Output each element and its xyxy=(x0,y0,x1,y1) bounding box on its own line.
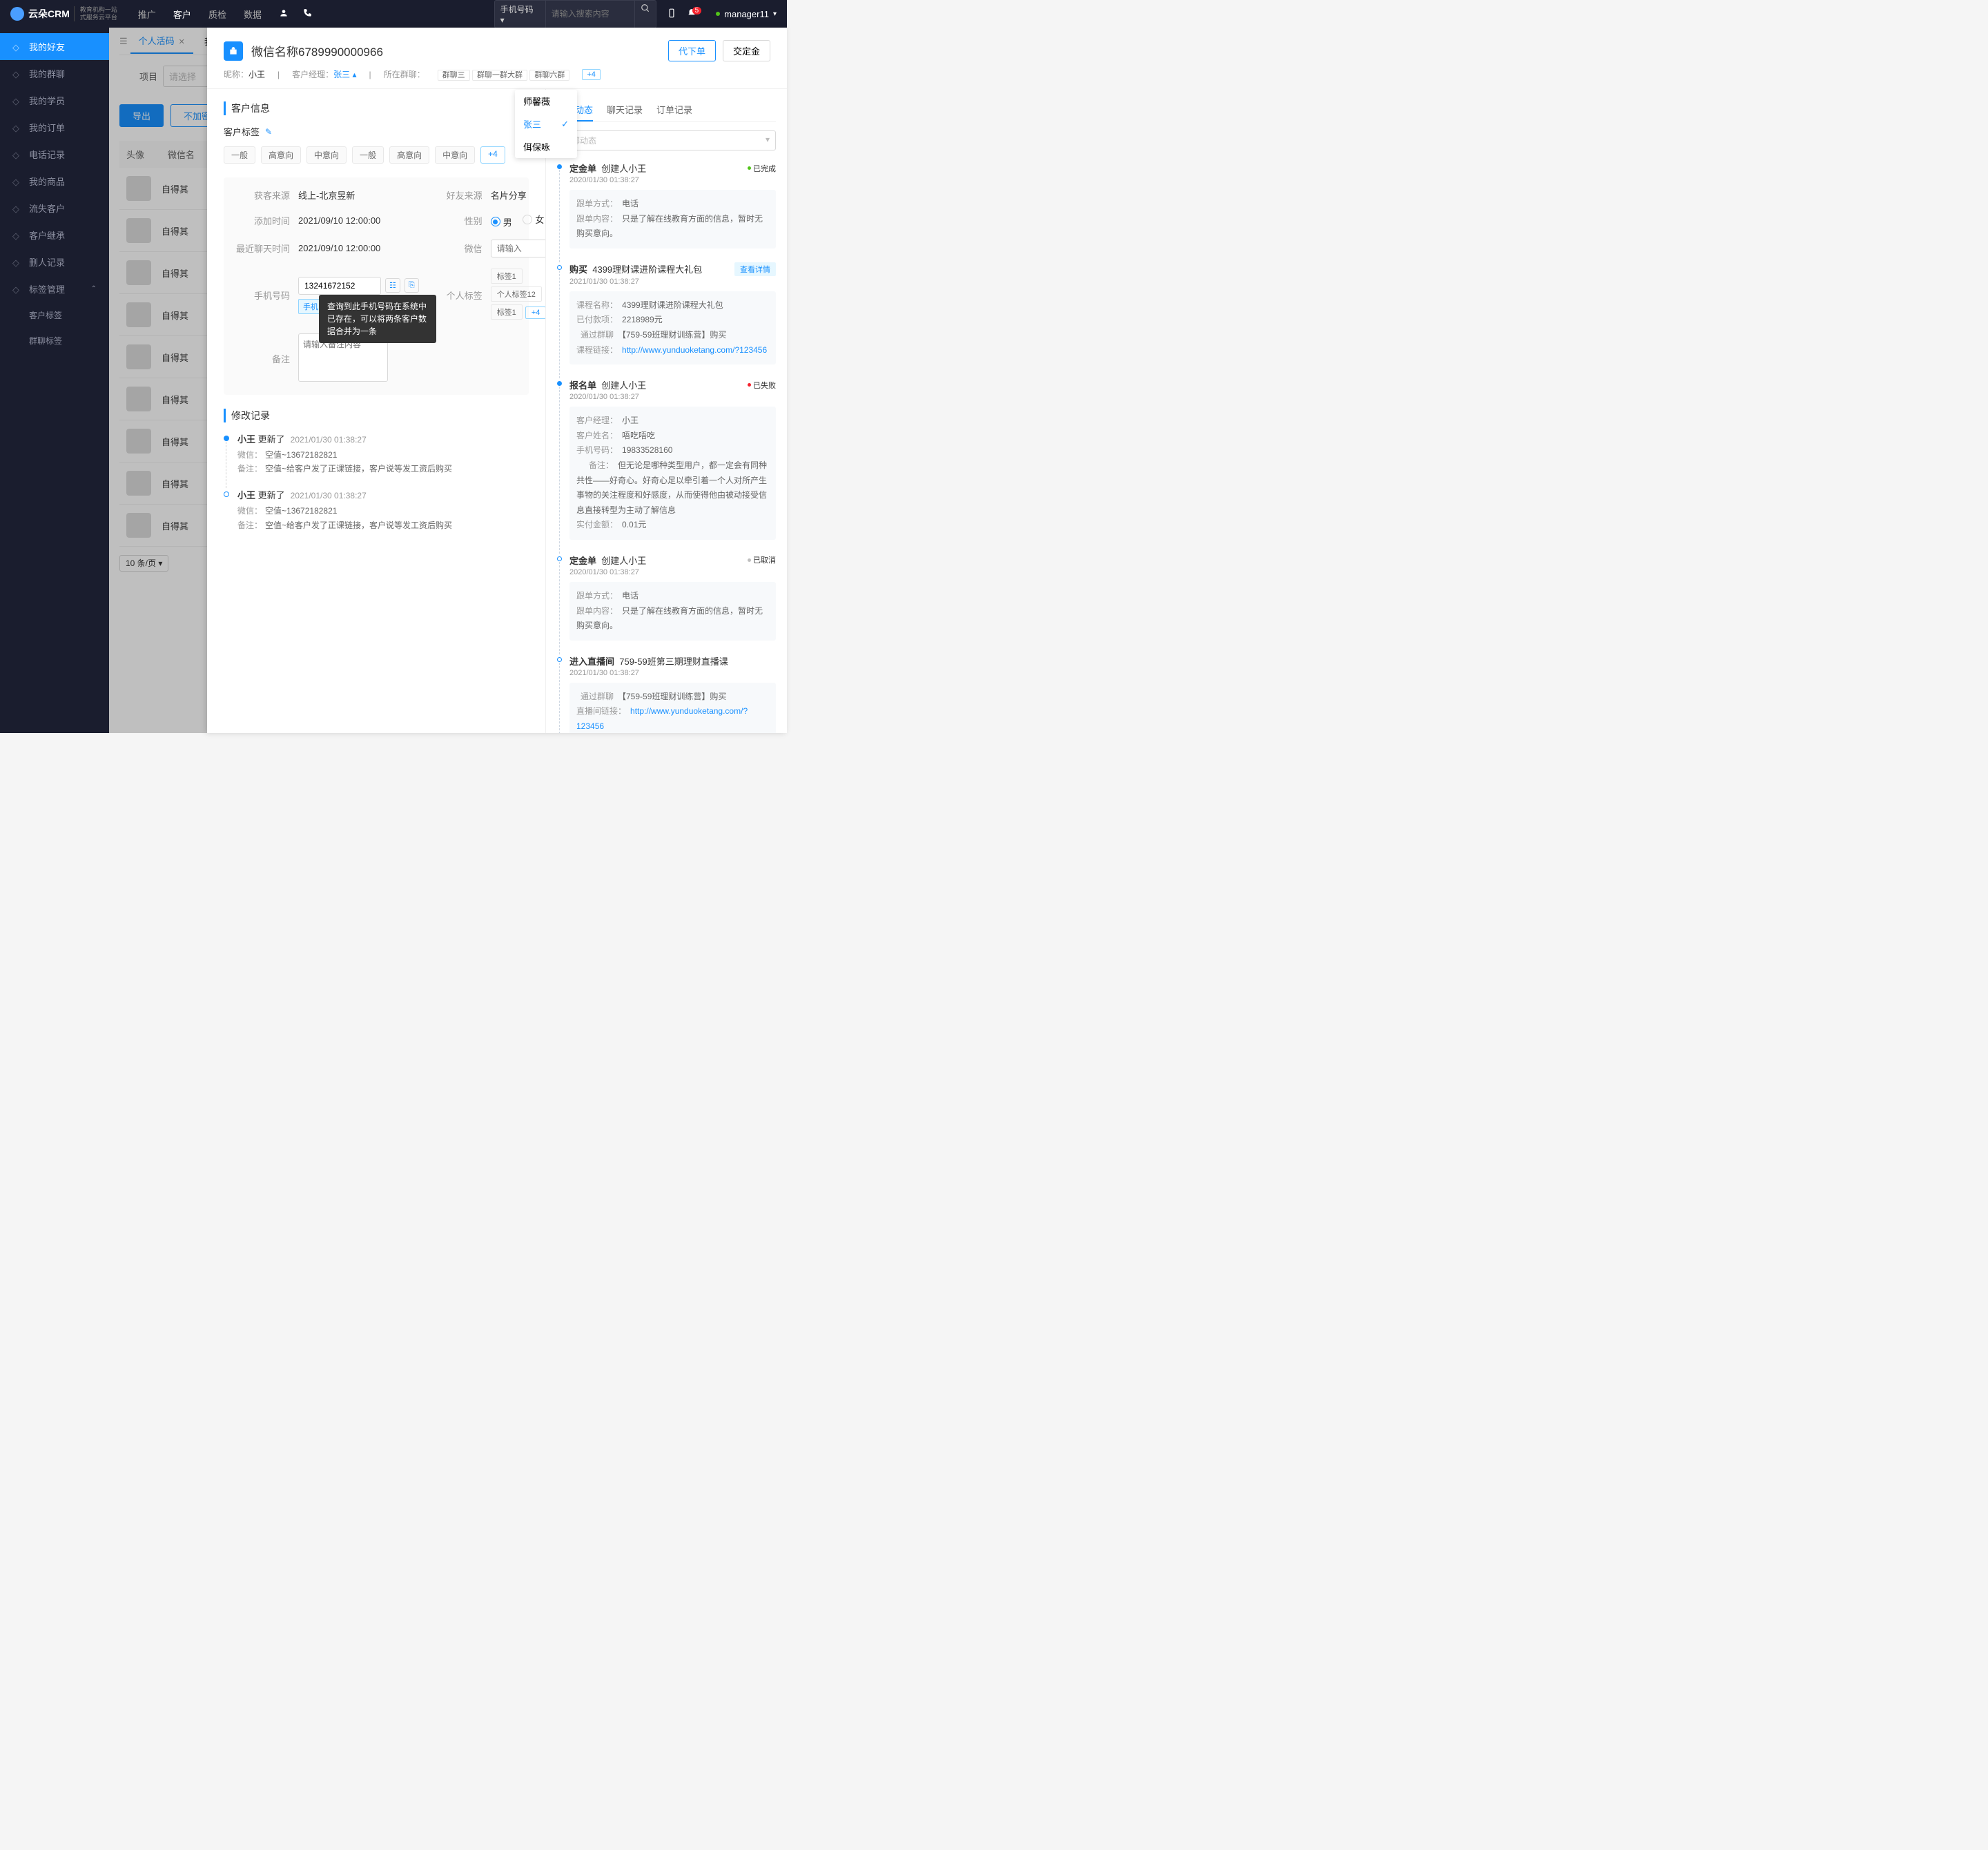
dropdown-item[interactable]: 佴保咏 xyxy=(515,135,577,158)
section-modify-log: 修改记录 xyxy=(224,409,529,422)
customer-tag: 一般 xyxy=(352,146,384,164)
nav-数据[interactable]: 数据 xyxy=(244,8,262,21)
search-input[interactable] xyxy=(545,0,635,28)
personal-tag: 标签1 xyxy=(491,269,523,284)
search-type-select[interactable]: 手机号码 ▾ xyxy=(494,0,546,28)
group-chip: 群聊一群大群 xyxy=(472,70,527,81)
phone-icon[interactable] xyxy=(302,8,312,20)
group-chip: 群聊三 xyxy=(438,70,470,81)
nav-质检[interactable]: 质检 xyxy=(208,8,226,21)
sidebar-item[interactable]: ◇我的好友 xyxy=(0,33,109,60)
wechat-input[interactable] xyxy=(491,240,545,257)
logo: 云朵CRM 教育机构一站式服务云平台 xyxy=(10,6,117,21)
user-menu[interactable]: manager11 ▾ xyxy=(716,9,777,19)
manager-dropdown-trigger[interactable]: 张三 ▴ xyxy=(333,70,356,79)
logo-subtitle: 教育机构一站式服务云平台 xyxy=(74,6,117,21)
nav-客户[interactable]: 客户 xyxy=(173,8,191,21)
more-tags[interactable]: +4 xyxy=(480,146,505,164)
dropdown-item[interactable]: 张三✓ xyxy=(515,113,577,135)
sidebar-item[interactable]: ◇流失客户 xyxy=(0,195,109,222)
sidebar-subitem[interactable]: 客户标签 xyxy=(0,302,109,328)
sidebar-subitem[interactable]: 群聊标签 xyxy=(0,328,109,353)
search-button[interactable] xyxy=(634,0,656,28)
view-detail-button[interactable]: 查看详情 xyxy=(734,262,776,276)
activity-item: 进入直播间 759-59班第三期理财直播课2021/01/30 01:38:27… xyxy=(557,654,776,733)
customer-tag: 高意向 xyxy=(389,146,429,164)
logo-icon xyxy=(10,7,24,21)
place-order-button[interactable]: 代下单 xyxy=(668,40,716,61)
user-icon[interactable] xyxy=(279,8,289,20)
customer-drawer: 微信名称6789990000966 代下单 交定金 昵称：小王 | 客户经理：张… xyxy=(207,28,787,733)
log-item: 小王 更新了2021/01/30 01:38:27微信：空值~136721828… xyxy=(224,432,529,476)
activity-filter-select[interactable]: 全部动态▾ xyxy=(557,130,776,150)
phone-input[interactable] xyxy=(298,277,381,295)
dropdown-item[interactable]: 师馨薇 xyxy=(515,90,577,113)
activity-item: 定金单 创建人小王已完成2020/01/30 01:38:27跟单方式：电话跟单… xyxy=(557,162,776,249)
personal-tag: 标签1 xyxy=(491,304,523,320)
gender-female-radio[interactable]: 女 xyxy=(523,213,544,226)
phone-contact-icon[interactable]: ☷ xyxy=(385,278,400,293)
gender-male-radio[interactable]: 男 xyxy=(491,215,512,228)
customer-avatar-icon xyxy=(224,41,243,61)
sidebar-item[interactable]: ◇我的订单 xyxy=(0,114,109,141)
sidebar-item[interactable]: ◇我的群聊 xyxy=(0,60,109,87)
sidebar-item[interactable]: ◇删人记录 xyxy=(0,249,109,275)
activity-item: 报名单 创建人小王已失败2020/01/30 01:38:27客户经理：小王客户… xyxy=(557,378,776,540)
customer-tag: 中意向 xyxy=(435,146,475,164)
more-personal-tags[interactable]: +4 xyxy=(525,306,545,319)
topbar: 云朵CRM 教育机构一站式服务云平台 推广 客户 质检 数据 手机号码 ▾ 5 man… xyxy=(0,0,787,28)
sidebar: ◇我的好友◇我的群聊◇我的学员◇我的订单◇电话记录◇我的商品◇流失客户◇客户继承… xyxy=(0,28,109,733)
sidebar-item[interactable]: ◇我的学员 xyxy=(0,87,109,114)
bell-icon[interactable]: 5 xyxy=(687,8,706,20)
customer-tag: 高意向 xyxy=(261,146,301,164)
top-nav: 推广 客户 质检 数据 xyxy=(138,8,262,21)
section-customer-info: 客户信息 xyxy=(224,101,529,115)
device-icon[interactable] xyxy=(667,8,676,20)
nav-推广[interactable]: 推广 xyxy=(138,8,156,21)
phone-conflict-tooltip: 查询到此手机号码在系统中已存在，可以将两条客户数据合并为一条 xyxy=(319,295,436,343)
activity-tab[interactable]: 订单记录 xyxy=(656,99,692,121)
sidebar-item[interactable]: ◇我的商品 xyxy=(0,168,109,195)
customer-tag: 中意向 xyxy=(306,146,347,164)
personal-tag: 个人标签12 xyxy=(491,286,542,302)
log-item: 小王 更新了2021/01/30 01:38:27微信：空值~136721828… xyxy=(224,488,529,532)
activity-item: 定金单 创建人小王已取消2020/01/30 01:38:27跟单方式：电话跟单… xyxy=(557,554,776,641)
activity-tab[interactable]: 聊天记录 xyxy=(607,99,643,121)
status-dot xyxy=(716,12,720,16)
group-chip: 群聊六群 xyxy=(529,70,569,81)
more-groups-chip[interactable]: +4 xyxy=(582,69,601,80)
phone-copy-icon[interactable]: ⎘ xyxy=(405,278,419,293)
drawer-title: 微信名称6789990000966 xyxy=(251,42,383,59)
sidebar-item[interactable]: ◇电话记录 xyxy=(0,141,109,168)
logo-text: 云朵CRM xyxy=(28,7,70,21)
edit-tags-icon[interactable]: ✎ xyxy=(265,127,272,137)
activity-item: 购买 4399理财课进阶课程大礼包查看详情2021/01/30 01:38:27… xyxy=(557,262,776,364)
sidebar-item[interactable]: ◇标签管理⌃ xyxy=(0,275,109,302)
sidebar-item[interactable]: ◇客户继承 xyxy=(0,222,109,249)
customer-tag: 一般 xyxy=(224,146,255,164)
manager-dropdown: 师馨薇张三✓佴保咏 xyxy=(515,90,577,158)
deposit-button[interactable]: 交定金 xyxy=(723,40,770,61)
